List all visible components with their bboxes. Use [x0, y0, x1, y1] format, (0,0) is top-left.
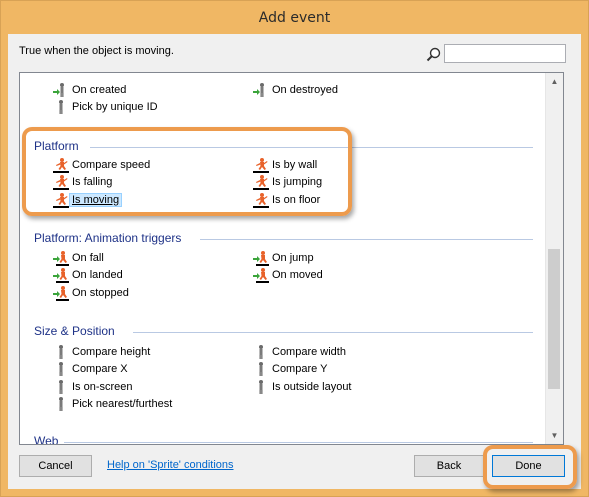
dialog-title: Add event — [258, 9, 331, 26]
condition-label: Compare width — [272, 346, 346, 358]
condition-label: On fall — [72, 252, 104, 264]
condition-label: On landed — [72, 269, 123, 282]
figure-icon — [53, 396, 69, 412]
add-event-dialog: Add event True when the object is moving… — [0, 0, 589, 497]
condition-label: Is outside layout — [272, 380, 352, 393]
search-input[interactable] — [444, 44, 566, 63]
figure-icon — [53, 361, 69, 377]
condition-label: On stopped — [72, 286, 129, 299]
condition-item[interactable]: Compare X — [53, 361, 128, 377]
group-title: Size & Position — [34, 324, 115, 338]
platform-trigger-icon — [53, 250, 69, 266]
condition-item[interactable]: Compare width — [253, 344, 346, 360]
figure-icon — [53, 379, 69, 395]
condition-item[interactable]: Pick nearest/furthest — [53, 396, 172, 412]
condition-label: Is on-screen — [72, 380, 133, 393]
condition-label: Compare X — [72, 363, 128, 376]
condition-item[interactable]: On destroyed — [253, 82, 338, 98]
condition-item[interactable]: On landed — [53, 267, 123, 284]
condition-item[interactable]: Compare Y — [253, 361, 327, 377]
condition-label: On destroyed — [272, 84, 339, 96]
figure-icon — [253, 361, 269, 377]
condition-label: Pick by unique ID — [72, 101, 158, 114]
platform-trigger-icon — [53, 267, 69, 284]
vertical-scrollbar[interactable]: ▲ ▼ — [545, 73, 563, 444]
condition-label: On jump — [272, 252, 314, 264]
annotation-highlight-done — [483, 445, 577, 489]
group-divider — [200, 239, 533, 240]
help-link[interactable]: Help on 'Sprite' conditions — [107, 459, 234, 471]
condition-item[interactable]: Compare height — [53, 344, 150, 360]
arrow-trigger-icon — [53, 82, 69, 98]
scrollbar-thumb[interactable] — [548, 249, 560, 389]
group-divider — [133, 332, 533, 333]
condition-label: Pick nearest/furthest — [72, 397, 173, 410]
condition-item[interactable]: On moved — [253, 267, 323, 284]
figure-icon — [253, 344, 269, 360]
condition-item[interactable]: Pick by unique ID — [53, 99, 158, 115]
condition-item[interactable]: Is on-screen — [53, 379, 133, 395]
group-title: Platform: Animation triggers — [34, 231, 182, 245]
condition-item[interactable]: On fall — [53, 250, 104, 266]
scroll-up-arrow-icon[interactable]: ▲ — [546, 73, 563, 90]
back-button[interactable]: Back — [414, 455, 484, 477]
scroll-down-arrow-icon[interactable]: ▼ — [546, 427, 563, 444]
condition-item[interactable]: Is outside layout — [253, 379, 352, 395]
condition-item[interactable]: On jump — [253, 250, 314, 266]
condition-item[interactable]: On created — [53, 82, 126, 98]
annotation-highlight-platform — [22, 127, 352, 216]
group-title: Web — [34, 434, 59, 445]
condition-label: On created — [72, 84, 127, 96]
condition-description: True when the object is moving. — [19, 45, 174, 57]
search-icon — [425, 46, 443, 64]
condition-label: Compare Y — [272, 363, 328, 376]
dialog-body: True when the object is moving. ▲ ▼ On c… — [8, 34, 581, 489]
cancel-button[interactable]: Cancel — [19, 455, 92, 477]
platform-trigger-icon — [253, 250, 269, 266]
condition-label: Compare height — [72, 346, 151, 358]
group-divider — [64, 442, 533, 443]
figure-icon — [253, 379, 269, 395]
condition-item[interactable]: On stopped — [53, 285, 129, 301]
platform-trigger-icon — [53, 285, 69, 301]
figure-icon — [53, 344, 69, 360]
arrow-trigger-icon — [253, 82, 269, 98]
figure-icon — [53, 99, 69, 115]
condition-label: On moved — [272, 269, 323, 282]
platform-trigger-icon — [253, 267, 269, 284]
